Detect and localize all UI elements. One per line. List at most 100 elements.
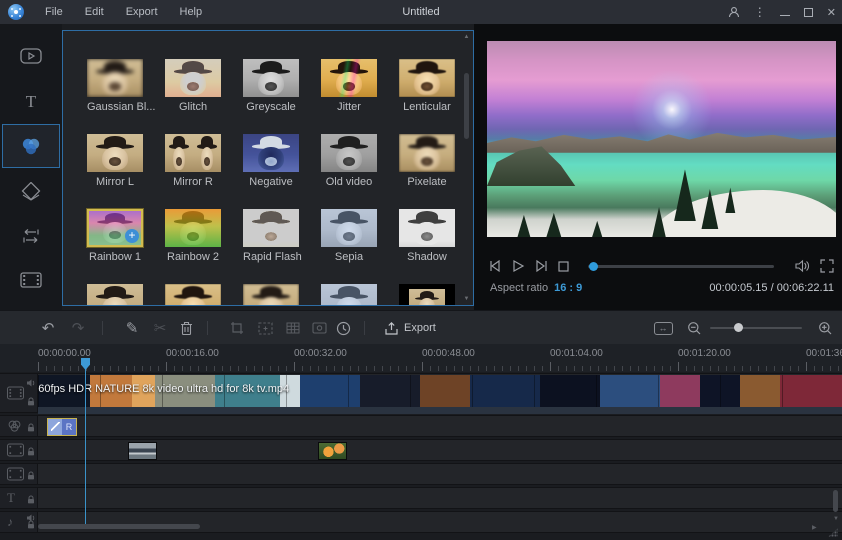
- overlay-track-2: [0, 463, 842, 485]
- effect-name: Negative: [243, 176, 299, 188]
- aspect-ratio-label: Aspect ratio: [490, 282, 548, 294]
- play-button[interactable]: [511, 259, 526, 273]
- mute-track-icon[interactable]: [27, 379, 36, 387]
- undo-button[interactable]: ↶: [35, 311, 61, 345]
- ruler-label: 00:01:20.00: [678, 348, 731, 359]
- maximize-button[interactable]: [804, 8, 813, 17]
- timeline-ruler[interactable]: 00:00:00.00 00:00:16.00 00:00:32.00 00:0…: [0, 344, 842, 372]
- zoom-pan-button[interactable]: [252, 311, 278, 345]
- stop-button[interactable]: [557, 260, 570, 273]
- zoom-slider-handle[interactable]: [734, 323, 743, 332]
- scroll-up-icon[interactable]: ▲: [462, 33, 471, 41]
- timeline-zoom-slider[interactable]: [710, 327, 802, 329]
- effect-tile-glitch[interactable]: Glitch: [165, 59, 221, 113]
- previous-frame-button[interactable]: [488, 259, 503, 273]
- menu-export[interactable]: Export: [115, 0, 169, 24]
- effect-tile-partial[interactable]: [399, 284, 455, 306]
- overlay-track-2-header: [0, 464, 38, 484]
- lock-track-icon[interactable]: [27, 423, 35, 432]
- effect-tile-rainbow-2[interactable]: Rainbow 2: [165, 209, 221, 263]
- lock-track-icon[interactable]: [27, 495, 35, 504]
- effect-tile-partial[interactable]: [87, 284, 143, 306]
- audio-track: ♪: [0, 511, 842, 533]
- lock-track-icon[interactable]: [27, 447, 35, 456]
- duration-button[interactable]: [330, 311, 356, 345]
- filters-icon: [20, 137, 42, 155]
- add-effect-badge[interactable]: +: [125, 229, 139, 243]
- scroll-right-icon[interactable]: ▶: [812, 524, 817, 531]
- image-clip-beach[interactable]: [128, 442, 157, 460]
- effect-clip-rainbow[interactable]: R: [47, 418, 77, 436]
- zoom-in-button[interactable]: [812, 311, 838, 345]
- scroll-down-icon[interactable]: ▼: [462, 295, 471, 303]
- effect-tile-greyscale[interactable]: Greyscale: [243, 59, 299, 113]
- export-icon[interactable]: [378, 311, 404, 345]
- next-frame-button[interactable]: [534, 259, 549, 273]
- close-button[interactable]: ✕: [827, 6, 836, 19]
- text-track-icon: T: [7, 490, 15, 506]
- ruler-ticks: [38, 362, 842, 371]
- sidebar-item-transitions[interactable]: [2, 214, 60, 258]
- effect-tile-old-video[interactable]: Old video: [321, 134, 377, 188]
- effect-tile-mirror-l[interactable]: Mirror L: [87, 134, 143, 188]
- effect-tile-rainbow-1[interactable]: + Rainbow 1: [87, 209, 143, 263]
- effect-tile-jitter[interactable]: Jitter: [321, 59, 377, 113]
- mosaic-button[interactable]: [280, 311, 306, 345]
- video-clip-title: LG 8K 60fps HDR NATURE 8k video ultra hd…: [4, 383, 289, 395]
- export-button[interactable]: Export: [404, 311, 436, 345]
- lock-track-icon[interactable]: [27, 471, 35, 480]
- minimize-button[interactable]: [780, 15, 790, 16]
- effect-tile-gaussian-blur[interactable]: Gaussian Bl...: [87, 59, 143, 113]
- timeline-horizontal-scrollbar[interactable]: [38, 524, 200, 529]
- menu-edit[interactable]: Edit: [74, 0, 115, 24]
- effect-tile-rapid-flash[interactable]: Rapid Flash: [243, 209, 299, 263]
- effect-track: R: [0, 415, 842, 437]
- fullscreen-icon[interactable]: [820, 259, 834, 273]
- effect-tile-sepia[interactable]: Sepia: [321, 209, 377, 263]
- timecode: 00:00:05.15 / 00:06:22.11: [709, 282, 834, 294]
- more-options-icon[interactable]: ⋮: [754, 5, 766, 19]
- effect-name: Greyscale: [243, 101, 299, 113]
- sidebar-item-media[interactable]: [2, 34, 60, 78]
- effect-tile-partial[interactable]: [165, 284, 221, 306]
- volume-icon[interactable]: [794, 259, 810, 273]
- seek-slider[interactable]: [588, 265, 774, 268]
- effect-tile-partial[interactable]: [243, 284, 299, 306]
- lock-track-icon[interactable]: [27, 397, 35, 406]
- effect-tile-shadow[interactable]: Shadow: [399, 209, 455, 263]
- lock-track-icon[interactable]: [27, 520, 35, 529]
- crop-button[interactable]: [224, 311, 250, 345]
- zoom-out-button[interactable]: [681, 311, 707, 345]
- effect-tile-lenticular[interactable]: Lenticular: [399, 59, 455, 113]
- watermark-button[interactable]: [306, 311, 332, 345]
- effect-tile-partial[interactable]: [321, 284, 377, 306]
- effect-name: Shadow: [399, 251, 455, 263]
- redo-button[interactable]: ↷: [65, 311, 91, 345]
- fit-timeline-button[interactable]: ↔: [650, 311, 676, 345]
- playhead-line: [85, 358, 86, 524]
- effect-tile-negative[interactable]: Negative: [243, 134, 299, 188]
- video-editor-window: File Edit Export Help Untitled ⋮ ✕ T: [0, 0, 842, 540]
- effect-tile-mirror-r[interactable]: Mirror R: [165, 134, 221, 188]
- timeline-vertical-scrollbar[interactable]: [833, 490, 838, 512]
- edit-button[interactable]: ✎: [119, 311, 145, 345]
- scroll-down-icon[interactable]: ▼: [833, 516, 839, 522]
- aspect-ratio-value[interactable]: 16 : 9: [554, 282, 582, 294]
- image-clip-flowers[interactable]: [318, 442, 347, 460]
- audio-track-header: ♪: [0, 512, 38, 532]
- split-button[interactable]: ✂: [147, 311, 173, 345]
- sidebar-item-overlays[interactable]: [2, 170, 60, 214]
- account-icon[interactable]: [728, 6, 740, 18]
- seek-handle[interactable]: [589, 262, 598, 271]
- effects-scrollbar[interactable]: ▲ ▼: [462, 33, 471, 303]
- delete-button[interactable]: [173, 311, 199, 345]
- sidebar-item-filters[interactable]: [2, 124, 60, 168]
- menu-file[interactable]: File: [34, 0, 74, 24]
- scrollbar-thumb[interactable]: [464, 73, 469, 139]
- menu-help[interactable]: Help: [169, 0, 214, 24]
- sidebar-item-elements[interactable]: [2, 258, 60, 302]
- title-bar: File Edit Export Help Untitled ⋮ ✕: [0, 0, 842, 24]
- effect-name: Gaussian Bl...: [87, 101, 143, 113]
- effect-tile-pixelate[interactable]: Pixelate: [399, 134, 455, 188]
- sidebar-item-text[interactable]: T: [2, 80, 60, 124]
